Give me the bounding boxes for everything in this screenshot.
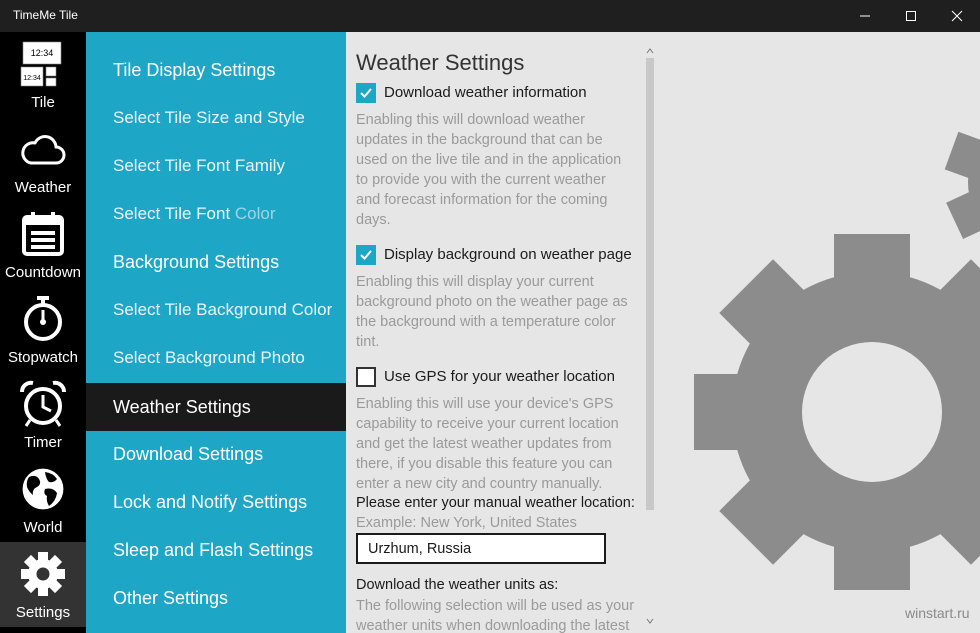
cloud-icon: [21, 135, 66, 165]
display-background-description: Enabling this will display your current …: [356, 272, 646, 352]
use-gps-description: Enabling this will use your device's GPS…: [356, 394, 646, 494]
menu-item-weather-settings[interactable]: Weather Settings: [86, 383, 346, 431]
desc-line: days.: [356, 212, 391, 228]
watermark: winstart.ru: [905, 605, 970, 621]
tile-icon-time-1: 12:34: [31, 48, 54, 58]
desc-line: background photo on the weather page as: [356, 294, 628, 310]
scroll-down-icon[interactable]: [645, 616, 655, 626]
minimize-button[interactable]: [842, 0, 888, 32]
decorative-background: [658, 32, 980, 633]
menu-item-select-tile-font-color[interactable]: Select Tile Font Color: [86, 190, 346, 238]
weather-settings-pane: Weather Settings Download weather inform…: [346, 32, 658, 633]
nav-item-tile[interactable]: 12:34 12:34 Tile: [0, 32, 86, 117]
use-gps-checkbox[interactable]: [356, 367, 376, 387]
download-weather-label: Download weather information: [384, 84, 587, 101]
maximize-button[interactable]: [888, 0, 934, 32]
desc-line: Enabling this will use your device's GPS: [356, 396, 614, 412]
menu-item-background-settings[interactable]: Background Settings: [86, 238, 346, 286]
display-background-label: Display background on weather page: [384, 246, 632, 263]
nav-item-weather[interactable]: Weather: [0, 117, 86, 202]
desc-line: weather units when downloading the lates…: [356, 618, 630, 633]
manual-location-input[interactable]: [356, 533, 606, 564]
desc-line: the background with a temperature color: [356, 314, 616, 330]
download-weather-checkbox[interactable]: [356, 83, 376, 103]
checkmark-icon: [360, 88, 372, 98]
nav-item-world[interactable]: World: [0, 457, 86, 542]
desc-line: and forecast information for the coming: [356, 192, 608, 208]
tile-icon: 12:34 12:34: [20, 41, 62, 87]
desc-line: used on the live tile and in the applica…: [356, 152, 622, 168]
weather-units-prompt: Download the weather units as:: [356, 577, 559, 593]
desc-line: enter a new city and country manually.: [356, 476, 603, 492]
window-title: TimeMe Tile: [13, 8, 78, 22]
alarm-clock-icon: [20, 380, 66, 427]
nav-label-countdown: Countdown: [5, 264, 81, 281]
desc-line: The following selection will be used as …: [356, 598, 635, 614]
nav-item-countdown[interactable]: Countdown: [0, 202, 86, 287]
display-background-checkbox[interactable]: [356, 245, 376, 265]
page-title: Weather Settings: [356, 50, 525, 75]
desc-line: to provide you with the current weather: [356, 172, 606, 188]
desc-line: tint.: [356, 334, 380, 350]
manual-location-prompt: Please enter your manual weather locatio…: [356, 495, 635, 511]
desc-line: updates in the background that can be: [356, 132, 603, 148]
menu-item-tile-display-settings[interactable]: Tile Display Settings: [86, 46, 346, 94]
nav-label-tile: Tile: [31, 94, 55, 111]
nav-label-settings: Settings: [15, 604, 71, 621]
menu-item-other-settings[interactable]: Other Settings: [86, 574, 346, 622]
scroll-up-icon[interactable]: [645, 46, 655, 56]
close-icon: [951, 10, 963, 22]
menu-item-download-settings[interactable]: Download Settings: [86, 430, 346, 478]
title-bar: TimeMe Tile: [0, 0, 980, 32]
desc-line: Enabling this will download weather: [356, 112, 585, 128]
menu-item-select-background-photo[interactable]: Select Background Photo: [86, 334, 346, 382]
desc-line: and get the latest weather updates from: [356, 436, 612, 452]
nav-label-stopwatch: Stopwatch: [7, 349, 79, 366]
menu-item-select-tile-size-and-style[interactable]: Select Tile Size and Style: [86, 94, 346, 142]
nav-label-timer: Timer: [24, 434, 62, 451]
gear-icon: [21, 552, 65, 596]
download-weather-description: Enabling this will download weather upda…: [356, 110, 646, 230]
large-gear-icon: [694, 131, 980, 590]
close-button[interactable]: [934, 0, 980, 32]
nav-label-world: World: [23, 519, 63, 536]
menu-item-font-color-label-b: Color: [234, 204, 276, 223]
menu-item-select-tile-background-color[interactable]: Select Tile Background Color: [86, 286, 346, 334]
globe-icon: [21, 467, 65, 511]
desc-line: Enabling this will display your current: [356, 274, 594, 290]
nav-label-weather: Weather: [14, 179, 72, 196]
weather-units-description: The following selection will be used as …: [356, 596, 656, 633]
nav-item-timer[interactable]: Timer: [0, 372, 86, 457]
menu-item-lock-and-notify-settings[interactable]: Lock and Notify Settings: [86, 478, 346, 526]
stopwatch-icon: [24, 296, 62, 341]
desc-line: there, if you disable this feature you c…: [356, 456, 613, 472]
checkmark-icon: [360, 250, 372, 260]
menu-item-select-tile-font-family[interactable]: Select Tile Font Family: [86, 142, 346, 190]
app-navigation: 12:34 12:34 Tile Weather Countdown Stopw…: [0, 32, 86, 633]
settings-menu: Tile Display Settings Select Tile Size a…: [86, 32, 346, 633]
desc-line: capability to receive your current locat…: [356, 416, 619, 432]
maximize-icon: [906, 11, 916, 21]
nav-item-stopwatch[interactable]: Stopwatch: [0, 287, 86, 372]
minimize-icon: [860, 15, 870, 17]
manual-location-hint: Example: New York, United States: [356, 515, 577, 531]
menu-item-font-color-label-a: Select Tile Font: [113, 204, 235, 223]
nav-item-settings[interactable]: Settings: [0, 542, 86, 627]
calendar-icon: [22, 212, 64, 256]
menu-item-sleep-and-flash-settings[interactable]: Sleep and Flash Settings: [86, 526, 346, 574]
scroll-thumb[interactable]: [646, 58, 654, 510]
content-scrollbar[interactable]: [644, 44, 656, 628]
use-gps-label: Use GPS for your weather location: [384, 368, 615, 385]
tile-icon-time-2: 12:34: [23, 75, 41, 82]
